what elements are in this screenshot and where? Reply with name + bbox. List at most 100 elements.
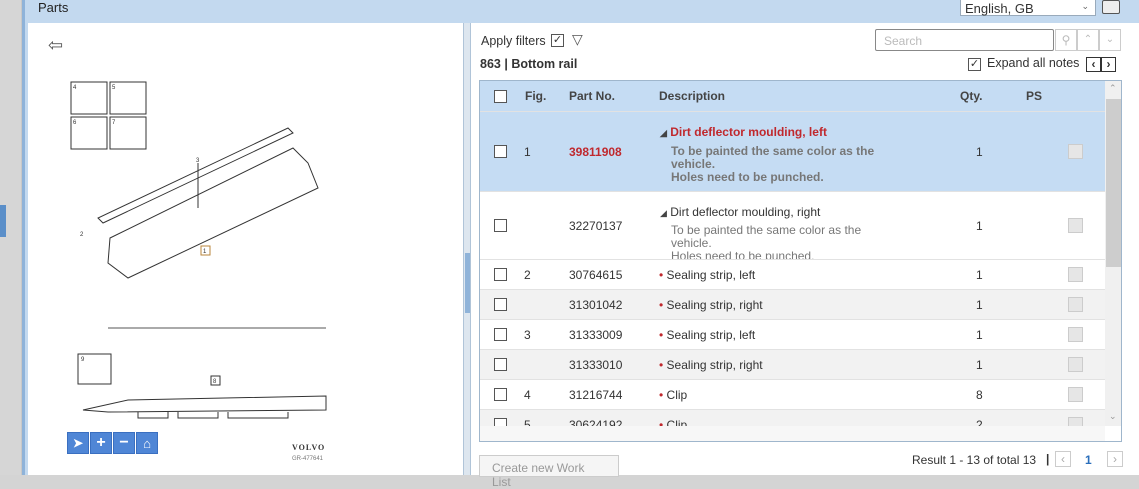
description-text: Sealing strip, left	[666, 268, 756, 282]
select-all-checkbox[interactable]	[494, 90, 507, 103]
table-row[interactable]: 4 31216744 • Clip 8	[480, 379, 1105, 409]
table-row[interactable]: 31301042 • Sealing strip, right 1	[480, 289, 1105, 319]
row-checkbox[interactable]	[494, 145, 507, 158]
collapse-triangle-icon[interactable]: ◢	[660, 128, 667, 138]
part-number[interactable]: 31301042	[569, 298, 622, 312]
part-note: To be painted the same color as the vehi…	[671, 144, 875, 184]
note-icon[interactable]	[1068, 327, 1083, 342]
part-note: To be painted the same color as the vehi…	[671, 223, 862, 263]
note-icon[interactable]	[1068, 297, 1083, 312]
part-description[interactable]: ◢ Dirt deflector moulding, right	[660, 205, 820, 219]
language-select[interactable]: English, GB ⌄	[960, 0, 1096, 16]
note-icon[interactable]	[1068, 218, 1083, 233]
quantity: 1	[976, 298, 983, 312]
apply-filters-checkbox[interactable]: ✓	[551, 34, 564, 47]
col-description[interactable]: Description	[659, 89, 725, 103]
fig-number: 4	[524, 388, 531, 402]
pointer-tool-icon[interactable]: ➤	[67, 432, 89, 454]
quantity: 1	[976, 145, 983, 159]
row-checkbox[interactable]	[494, 298, 507, 311]
quantity: 8	[976, 388, 983, 402]
part-number[interactable]: 32270137	[569, 219, 622, 233]
current-page[interactable]: 1	[1085, 453, 1092, 467]
chevron-down-icon: ⌄	[1081, 1, 1089, 11]
callout-6: 6	[73, 120, 77, 126]
quantity: 1	[976, 328, 983, 342]
note-icon[interactable]	[1068, 387, 1083, 402]
table-header: Fig. Part No. Description Qty. PS	[480, 81, 1105, 111]
back-arrow-icon[interactable]: ⇦	[48, 35, 63, 56]
part-description[interactable]: ◢ Dirt deflector moulding, left	[660, 125, 827, 139]
callout-3: 3	[196, 158, 200, 164]
fig-number: 3	[524, 328, 531, 342]
filter-icon[interactable]: ▽	[572, 31, 583, 48]
part-number[interactable]: 31333009	[569, 328, 622, 342]
row-checkbox[interactable]	[494, 268, 507, 281]
scroll-up-icon[interactable]: ⌃	[1109, 83, 1117, 94]
part-description[interactable]: • Sealing strip, right	[659, 298, 763, 312]
callout-9: 9	[81, 357, 85, 363]
prev-page-icon[interactable]: ‹	[1055, 451, 1071, 467]
search-input[interactable]: Search	[875, 29, 1054, 51]
parts-illustration[interactable]: 4 5 6 7 3 2 1 9 8	[68, 78, 348, 438]
previous-match-icon[interactable]: ⌃	[1077, 29, 1099, 51]
diagram-pane: ⇦ 4 5 6 7 3 2 1 9 8 ➤ + − ⌂ VOLVO GR-477…	[28, 23, 463, 475]
callout-4: 4	[73, 85, 77, 91]
next-page-icon[interactable]: ›	[1107, 451, 1123, 467]
scrollbar-thumb[interactable]	[1106, 99, 1121, 267]
row-checkbox[interactable]	[494, 328, 507, 341]
left-sidebar-strip	[0, 0, 22, 475]
description-text: Dirt deflector moulding, right	[670, 205, 821, 219]
fig-number: 2	[524, 268, 531, 282]
language-value: English, GB	[965, 1, 1034, 16]
note-icon[interactable]	[1068, 267, 1083, 282]
description-text: Sealing strip, right	[666, 358, 763, 372]
expand-notes-label: Expand all notes	[987, 56, 1080, 70]
col-fig[interactable]: Fig.	[525, 89, 546, 103]
description-text: Sealing strip, right	[666, 298, 763, 312]
row-checkbox[interactable]	[494, 219, 507, 232]
pane-splitter[interactable]	[463, 23, 471, 475]
section-title: 863 | Bottom rail	[480, 57, 577, 71]
col-part-no[interactable]: Part No.	[569, 89, 615, 103]
part-number[interactable]: 31333010	[569, 358, 622, 372]
callout-8: 8	[213, 379, 217, 385]
table-row[interactable]: 32270137 ◢ Dirt deflector moulding, righ…	[480, 191, 1105, 263]
table-row[interactable]: 31333010 • Sealing strip, right 1	[480, 349, 1105, 379]
table-row[interactable]: 2 30764615 • Sealing strip, left 1	[480, 259, 1105, 289]
next-match-icon[interactable]: ⌄	[1099, 29, 1121, 51]
create-worklist-button[interactable]: Create new Work List	[479, 455, 619, 489]
row-checkbox[interactable]	[494, 358, 507, 371]
part-description[interactable]: • Sealing strip, left	[659, 328, 755, 342]
search-icon[interactable]: ⚲	[1055, 29, 1077, 51]
collapse-right-icon[interactable]: ›	[1101, 57, 1116, 72]
part-number[interactable]: 30764615	[569, 268, 622, 282]
fig-number: 1	[524, 145, 531, 159]
scroll-down-icon[interactable]: ⌄	[1109, 411, 1117, 422]
horizontal-scrollbar[interactable]	[480, 426, 1105, 441]
home-icon[interactable]: ⌂	[136, 432, 158, 454]
part-description[interactable]: • Clip	[659, 388, 687, 402]
col-ps[interactable]: PS	[1026, 89, 1042, 103]
collapse-triangle-icon[interactable]: ◢	[660, 208, 667, 218]
row-checkbox[interactable]	[494, 388, 507, 401]
expand-notes-checkbox[interactable]: ✓	[968, 58, 981, 71]
zoom-in-icon[interactable]: +	[90, 432, 112, 454]
note-icon[interactable]	[1068, 357, 1083, 372]
zoom-out-icon[interactable]: −	[113, 432, 135, 454]
part-number[interactable]: 31216744	[569, 388, 622, 402]
table-row[interactable]: 3 31333009 • Sealing strip, left 1	[480, 319, 1105, 349]
collapse-left-icon[interactable]: ‹	[1086, 57, 1101, 72]
part-description[interactable]: • Sealing strip, left	[659, 268, 755, 282]
note-icon[interactable]	[1068, 144, 1083, 159]
part-number[interactable]: 39811908	[569, 145, 622, 159]
bullet-icon: •	[659, 328, 664, 342]
description-text: Clip	[666, 388, 688, 402]
print-icon[interactable]	[1102, 0, 1120, 14]
col-qty[interactable]: Qty.	[960, 89, 982, 103]
quantity: 1	[976, 268, 983, 282]
table-row[interactable]: 1 39811908 ◢ Dirt deflector moulding, le…	[480, 111, 1105, 191]
callout-1: 1	[203, 249, 207, 255]
part-description[interactable]: • Sealing strip, right	[659, 358, 763, 372]
pager-separator: |	[1046, 452, 1050, 466]
